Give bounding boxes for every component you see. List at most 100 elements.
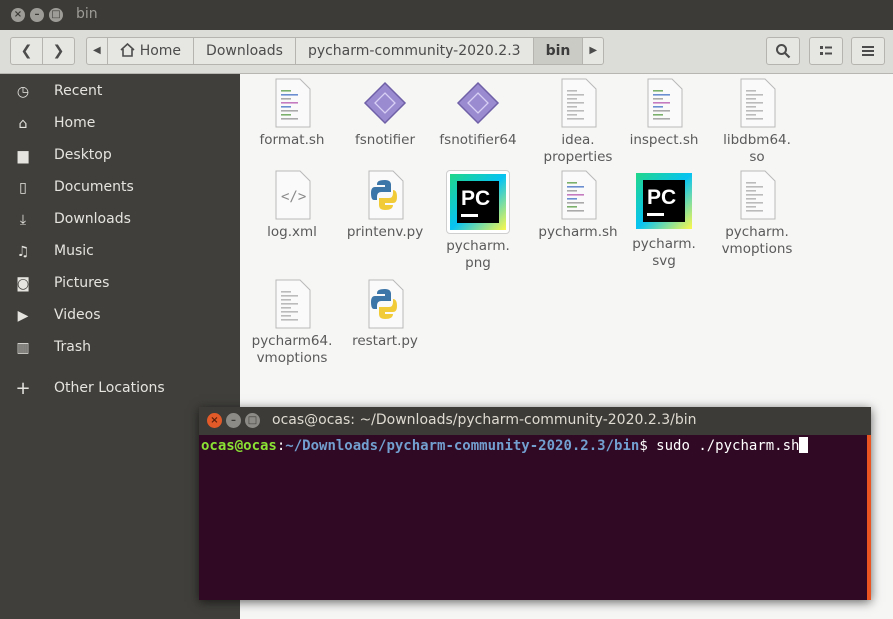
file-item[interactable]: printenv.py: [339, 170, 431, 241]
command-text: sudo ./pycharm.sh: [656, 438, 800, 454]
python-file-icon: [362, 170, 408, 220]
text-file-icon: [641, 78, 687, 128]
sidebar-item-documents[interactable]: ▯ Documents: [0, 172, 240, 204]
file-name: pycharm. vmoptions: [721, 224, 793, 257]
video-icon: ▶: [17, 308, 29, 324]
sidebar-item-home[interactable]: ⌂ Home: [0, 108, 240, 140]
close-window-button[interactable]: ×: [11, 8, 25, 22]
file-name: fsnotifier64: [439, 132, 517, 148]
file-item[interactable]: fsnotifier64: [432, 78, 524, 149]
svg-text:</>: </>: [281, 189, 306, 205]
window-titlebar[interactable]: × – □ bin: [0, 0, 893, 30]
sidebar-item-pictures[interactable]: ◙ Pictures: [0, 268, 240, 300]
breadcrumb-downloads[interactable]: Downloads: [193, 37, 296, 65]
file-item[interactable]: PC pycharm. png: [432, 170, 524, 272]
document-icon: ▯: [19, 180, 27, 196]
home-icon: [120, 42, 135, 57]
terminal-scrollbar[interactable]: [867, 435, 871, 600]
xml-file-icon: </>: [269, 170, 315, 220]
file-name: fsnotifier: [354, 132, 415, 148]
plus-icon: +: [15, 378, 31, 399]
trash-icon: ▥: [16, 340, 30, 356]
terminal-maximize-button[interactable]: □: [245, 413, 260, 428]
breadcrumb-scroll-left-button[interactable]: ◀: [86, 37, 108, 65]
file-item[interactable]: libdbm64. so: [711, 78, 803, 166]
sidebar-item-recent[interactable]: ◷ Recent: [0, 76, 240, 108]
pycharm-logo-icon: PC: [633, 170, 695, 232]
forward-button[interactable]: ❯: [42, 37, 75, 65]
text-file-icon: [269, 78, 315, 128]
file-item[interactable]: pycharm. vmoptions: [711, 170, 803, 258]
text-cursor: [799, 437, 809, 453]
file-name: printenv.py: [346, 224, 424, 240]
prompt-user: ocas@ocas: [201, 438, 277, 454]
file-name: idea. properties: [543, 132, 613, 165]
toolbar: ❮ ❯ ◀ Home Downloads pycharm-community-2…: [0, 30, 893, 74]
terminal-window: × – □ ocas@ocas: ~/Downloads/pycharm-com…: [199, 407, 871, 600]
binary-file-icon: [362, 78, 408, 128]
music-icon: ♫: [16, 244, 30, 260]
sidebar-item-desktop[interactable]: ▆ Desktop: [0, 140, 240, 172]
file-item[interactable]: idea. properties: [532, 78, 624, 166]
text-file-icon: [734, 78, 780, 128]
search-button[interactable]: [766, 37, 800, 65]
file-item[interactable]: </> log.xml: [246, 170, 338, 241]
terminal-title: ocas@ocas: ~/Downloads/pycharm-community…: [272, 412, 697, 428]
maximize-window-button[interactable]: □: [49, 8, 63, 22]
text-file-icon: [269, 279, 315, 329]
home-icon: ⌂: [18, 116, 28, 132]
breadcrumb-scroll-right-button[interactable]: ▶: [582, 37, 605, 65]
file-item[interactable]: restart.py: [339, 279, 431, 350]
breadcrumb-pycharm-folder[interactable]: pycharm-community-2020.2.3: [294, 37, 534, 65]
window-title: bin: [76, 6, 98, 22]
clock-icon: ◷: [16, 84, 30, 100]
terminal-titlebar[interactable]: × – □ ocas@ocas: ~/Downloads/pycharm-com…: [199, 407, 871, 435]
view-toggle-button[interactable]: [809, 37, 843, 65]
file-name: pycharm64. vmoptions: [251, 333, 333, 366]
file-item[interactable]: pycharm64. vmoptions: [246, 279, 338, 367]
minimize-window-button[interactable]: –: [30, 8, 44, 22]
file-item[interactable]: inspect.sh: [618, 78, 710, 149]
terminal-minimize-button[interactable]: –: [226, 413, 241, 428]
sidebar-item-downloads[interactable]: ⤓ Downloads: [0, 204, 240, 236]
file-name: pycharm. svg: [632, 236, 696, 269]
sidebar-item-music[interactable]: ♫ Music: [0, 236, 240, 268]
download-icon: ⤓: [19, 212, 27, 228]
file-item[interactable]: pycharm.sh: [532, 170, 624, 241]
search-icon: [776, 44, 791, 59]
breadcrumb-bin[interactable]: bin: [532, 37, 584, 65]
file-name: restart.py: [352, 333, 418, 349]
binary-file-icon: [455, 78, 501, 128]
hamburger-menu-icon: [862, 46, 874, 56]
sidebar-item-videos[interactable]: ▶ Videos: [0, 300, 240, 332]
menu-button[interactable]: [851, 37, 885, 65]
file-item[interactable]: fsnotifier: [339, 78, 431, 149]
terminal-close-button[interactable]: ×: [207, 413, 222, 428]
text-file-icon: [555, 170, 601, 220]
back-button[interactable]: ❮: [10, 37, 43, 65]
file-name: inspect.sh: [629, 132, 699, 148]
svg-text:PC: PC: [461, 187, 490, 210]
file-item[interactable]: PC pycharm. svg: [618, 170, 710, 270]
text-file-icon: [555, 78, 601, 128]
sidebar-item-other-locations[interactable]: + Other Locations: [0, 373, 240, 405]
sidebar-item-trash[interactable]: ▥ Trash: [0, 332, 240, 364]
terminal-output[interactable]: ocas@ocas:~/Downloads/pycharm-community-…: [199, 435, 867, 600]
breadcrumb: ◀ Home Downloads pycharm-community-2020.…: [86, 37, 605, 65]
prompt-path: ~/Downloads/pycharm-community-2020.2.3/b…: [285, 438, 640, 454]
prompt-symbol: $: [639, 438, 657, 454]
grid-view-icon: [820, 46, 832, 55]
file-name: log.xml: [267, 224, 317, 240]
file-name: libdbm64. so: [723, 132, 791, 165]
text-file-icon: [734, 170, 780, 220]
file-item[interactable]: format.sh: [246, 78, 338, 149]
python-file-icon: [362, 279, 408, 329]
folder-icon: ▆: [17, 148, 29, 164]
camera-icon: ◙: [16, 276, 30, 292]
file-name: pycharm. png: [446, 238, 510, 271]
pycharm-logo-icon: PC: [446, 170, 510, 234]
svg-text:PC: PC: [647, 186, 676, 209]
file-name: format.sh: [259, 132, 325, 148]
chevron-left-icon: ❮: [20, 43, 33, 59]
breadcrumb-home[interactable]: Home: [106, 37, 195, 65]
